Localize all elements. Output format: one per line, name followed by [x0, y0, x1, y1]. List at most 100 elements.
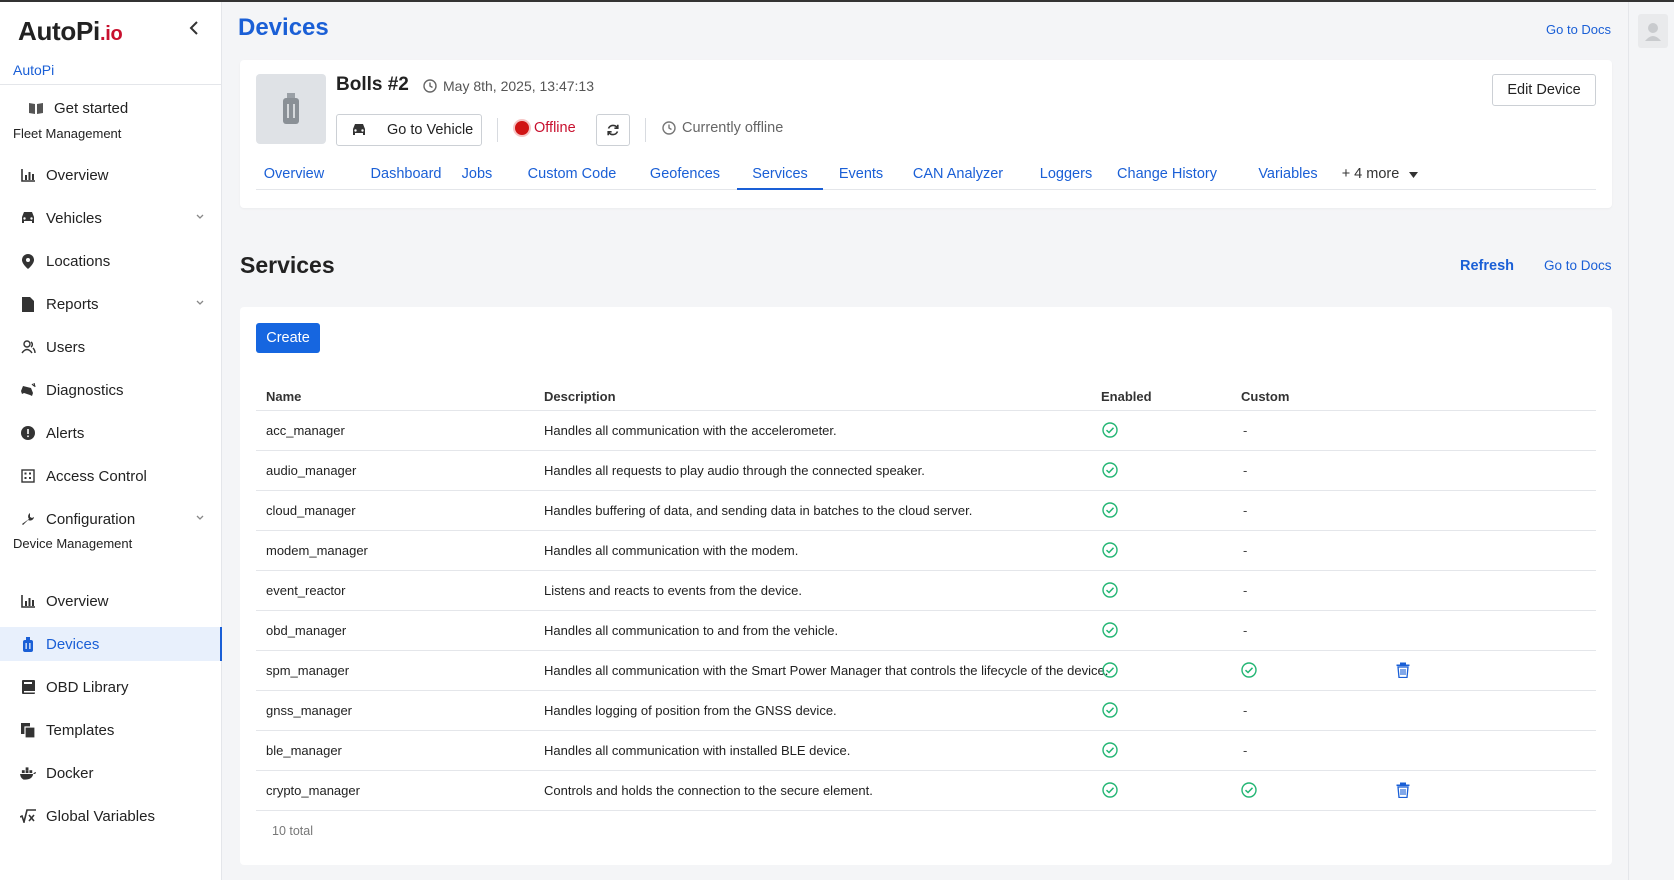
tab-label: Jobs	[461, 166, 493, 182]
org-name[interactable]: AutoPi	[13, 62, 54, 78]
tab-4-more[interactable]: + 4 more	[1338, 158, 1422, 190]
sidebar-item-obd-library[interactable]: OBD Library	[0, 670, 222, 704]
column-header-enabled[interactable]: Enabled	[1101, 389, 1152, 404]
tab-label: Custom Code	[527, 166, 617, 182]
table-row[interactable]: obd_manager Handles all communication to …	[256, 611, 1596, 651]
check-circle-icon	[1102, 462, 1118, 478]
service-description: Handles all communication with installed…	[544, 743, 851, 758]
go-to-vehicle-button[interactable]: Go to Vehicle	[336, 114, 482, 146]
map-pin-icon	[20, 253, 36, 269]
trash-icon[interactable]	[1396, 662, 1410, 679]
tab-overview[interactable]: Overview	[256, 158, 332, 190]
tab-change-history[interactable]: Change History	[1112, 158, 1222, 190]
tab-label: + 4 more	[1341, 166, 1400, 182]
sidebar-item-label: Reports	[46, 295, 99, 313]
clock-icon	[662, 121, 676, 135]
sidebar-item-overview[interactable]: Overview	[0, 158, 222, 192]
table-row[interactable]: ble_manager Handles all communication wit…	[256, 731, 1596, 771]
caret-down-icon	[1409, 166, 1419, 182]
create-button[interactable]: Create	[256, 323, 320, 353]
device-icon	[20, 636, 36, 652]
sidebar-item-overview[interactable]: Overview	[0, 584, 222, 618]
collapse-sidebar-button[interactable]	[186, 20, 202, 40]
sidebar-item-label: Alerts	[46, 424, 85, 442]
sidebar-item-label: Overview	[46, 592, 109, 610]
sidebar-item-devices[interactable]: Devices	[0, 627, 222, 661]
column-header-custom[interactable]: Custom	[1241, 389, 1289, 404]
sidebar-item-get-started[interactable]: Get started	[0, 91, 222, 125]
tab-jobs[interactable]: Jobs	[458, 158, 496, 190]
table-row[interactable]: modem_manager Handles all communication w…	[256, 531, 1596, 571]
table-row[interactable]: crypto_manager Controls and holds the con…	[256, 771, 1596, 811]
sidebar-item-diagnostics[interactable]: Diagnostics	[0, 373, 222, 407]
refresh-device-button[interactable]	[596, 114, 630, 146]
wrench-icon	[20, 511, 36, 527]
service-description: Handles logging of position from the GNS…	[544, 703, 837, 718]
table-row[interactable]: acc_manager Handles all communication wit…	[256, 411, 1596, 451]
custom-value: -	[1243, 543, 1248, 558]
tab-label: Events	[838, 166, 884, 182]
book-icon	[20, 679, 36, 695]
autopi-logo[interactable]: AutoPi.io	[18, 16, 123, 47]
sidebar-item-label: Diagnostics	[46, 381, 124, 399]
sidebar-item-label: Vehicles	[46, 209, 102, 227]
sidebar-item-label: Global Variables	[46, 807, 155, 825]
tab-events[interactable]: Events	[834, 158, 888, 190]
sidebar-item-access-control[interactable]: Access Control	[0, 459, 222, 493]
table-row[interactable]: audio_manager Handles all requests to pla…	[256, 451, 1596, 491]
column-header-description[interactable]: Description	[544, 389, 616, 404]
edit-device-button[interactable]: Edit Device	[1492, 74, 1596, 106]
go-to-docs-link[interactable]: Go to Docs	[1546, 22, 1611, 37]
sidebar: AutoPi.io AutoPi Get started Fleet Manag…	[0, 0, 222, 880]
tab-variables[interactable]: Variables	[1254, 158, 1322, 190]
device-management-heading: Device Management	[13, 536, 133, 551]
status-text: Offline	[534, 120, 576, 136]
column-header-name[interactable]: Name	[266, 389, 301, 404]
table-row[interactable]: cloud_manager Handles buffering of data, …	[256, 491, 1596, 531]
alert-icon	[20, 425, 36, 441]
device-timestamp: May 8th, 2025, 13:47:13	[423, 78, 594, 94]
tab-custom-code[interactable]: Custom Code	[524, 158, 620, 190]
car-icon	[20, 210, 36, 226]
service-name: cloud_manager	[266, 503, 356, 518]
divider	[645, 118, 646, 142]
avatar[interactable]	[1638, 14, 1668, 48]
check-circle-icon	[1102, 622, 1118, 638]
go-to-docs-link[interactable]: Go to Docs	[1544, 258, 1612, 273]
tab-geofences[interactable]: Geofences	[647, 158, 723, 190]
chart-icon	[20, 593, 36, 609]
table-row[interactable]: gnss_manager Handles logging of position …	[256, 691, 1596, 731]
sidebar-item-label: Users	[46, 338, 86, 356]
table-row[interactable]: spm_manager Handles all communication wit…	[256, 651, 1596, 691]
sidebar-item-locations[interactable]: Locations	[0, 244, 222, 278]
table-row[interactable]: event_reactor Listens and reacts to event…	[256, 571, 1596, 611]
sidebar-item-label: Configuration	[46, 510, 136, 528]
check-circle-icon	[1102, 582, 1118, 598]
tab-can-analyzer[interactable]: CAN Analyzer	[910, 158, 1006, 190]
sidebar-item-global-variables[interactable]: Global Variables	[0, 799, 222, 833]
trash-icon[interactable]	[1396, 782, 1410, 799]
check-circle-icon	[1241, 662, 1257, 678]
sidebar-item-templates[interactable]: Templates	[0, 713, 222, 747]
sidebar-item-configuration[interactable]: Configuration	[0, 502, 222, 536]
sidebar-item-alerts[interactable]: Alerts	[0, 416, 222, 450]
refresh-button[interactable]: Refresh	[1460, 258, 1514, 274]
sidebar-item-reports[interactable]: Reports	[0, 287, 222, 321]
car-crash-icon	[20, 382, 36, 398]
tab-loggers[interactable]: Loggers	[1036, 158, 1096, 190]
sidebar-item-users[interactable]: Users	[0, 330, 222, 364]
service-description: Handles all communication with the modem…	[544, 543, 799, 558]
file-icon	[20, 296, 36, 312]
sidebar-item-vehicles[interactable]: Vehicles	[0, 201, 222, 235]
status-dot-icon	[515, 121, 529, 135]
sqrt-icon	[20, 808, 36, 824]
sidebar-item-docker[interactable]: Docker	[0, 756, 222, 790]
check-circle-icon	[1102, 542, 1118, 558]
tab-dashboard[interactable]: Dashboard	[364, 158, 448, 190]
device-tabs: Overview Dashboard Jobs Custom Code Geofence…	[256, 158, 1596, 190]
timestamp-text: May 8th, 2025, 13:47:13	[443, 78, 594, 94]
divider	[0, 84, 222, 85]
tab-services[interactable]: Services	[737, 158, 823, 190]
service-description: Handles all communication with the Smart…	[544, 663, 1109, 678]
check-circle-icon	[1102, 782, 1118, 798]
